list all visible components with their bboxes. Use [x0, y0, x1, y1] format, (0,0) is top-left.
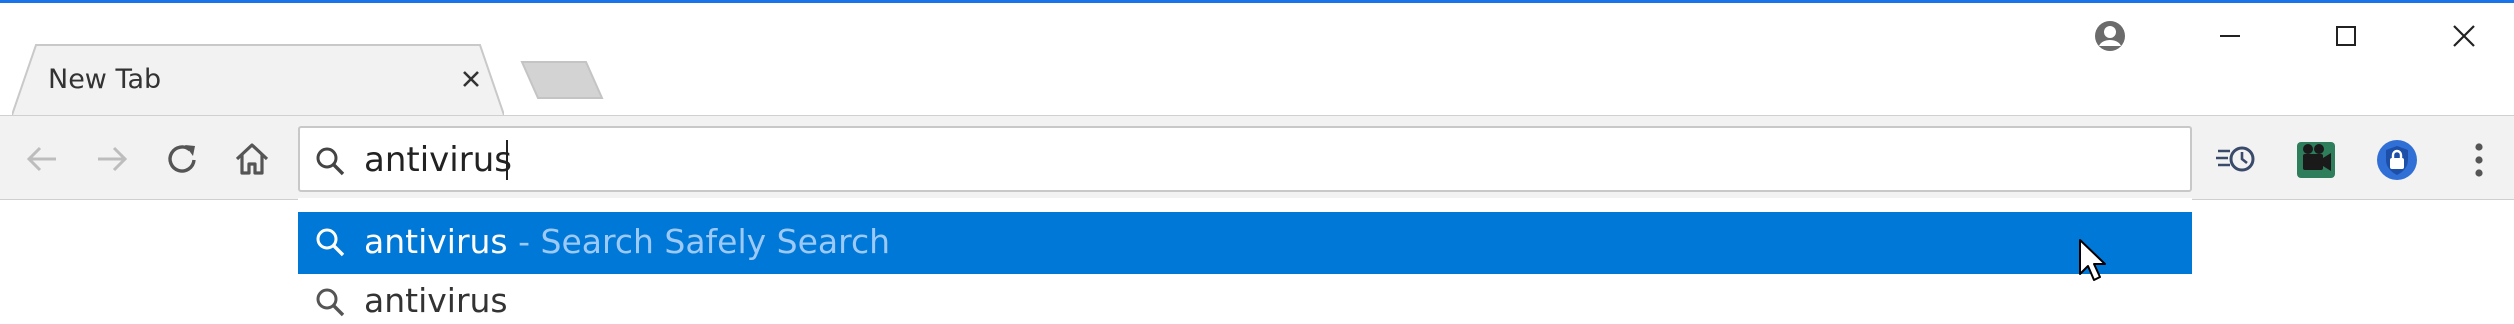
history-speed-icon[interactable]	[2214, 138, 2258, 182]
reload-button[interactable]	[162, 139, 202, 179]
minimize-button[interactable]	[2200, 16, 2260, 56]
close-icon	[2453, 25, 2475, 47]
suggestion-separator: -	[507, 222, 541, 261]
back-arrow-icon	[26, 146, 56, 172]
suggestion-item[interactable]: antivirus	[364, 278, 508, 324]
search-icon	[316, 288, 345, 317]
maximize-icon	[2336, 26, 2356, 46]
search-icon	[316, 147, 345, 176]
home-icon	[235, 143, 269, 175]
lock-shield-icon[interactable]	[2375, 138, 2419, 182]
home-button[interactable]	[232, 139, 272, 179]
address-bar[interactable]	[298, 126, 2192, 192]
minimize-icon	[2220, 35, 2240, 37]
suggestion-query: antivirus	[364, 222, 508, 261]
new-tab-button[interactable]	[520, 60, 604, 100]
suggestion-text: antivirus - Search Safely Search	[364, 219, 890, 265]
close-window-button[interactable]	[2434, 16, 2494, 56]
close-icon	[463, 71, 479, 87]
back-button[interactable]	[22, 139, 62, 179]
reload-icon	[168, 145, 196, 173]
more-menu-icon[interactable]	[2457, 138, 2501, 182]
maximize-button[interactable]	[2316, 16, 2376, 56]
profile-icon[interactable]	[2094, 20, 2126, 52]
suggestion-source: Search Safely Search	[540, 222, 891, 261]
text-caret	[506, 140, 508, 180]
address-bar-text[interactable]: antivirus	[364, 138, 512, 182]
video-extension-icon[interactable]	[2294, 138, 2338, 182]
tab-close-button[interactable]	[456, 64, 486, 94]
tab-title: New Tab	[48, 64, 162, 95]
forward-arrow-icon	[98, 146, 128, 172]
forward-button[interactable]	[92, 139, 132, 179]
search-icon	[316, 228, 345, 257]
mouse-cursor-icon	[2079, 239, 2106, 281]
